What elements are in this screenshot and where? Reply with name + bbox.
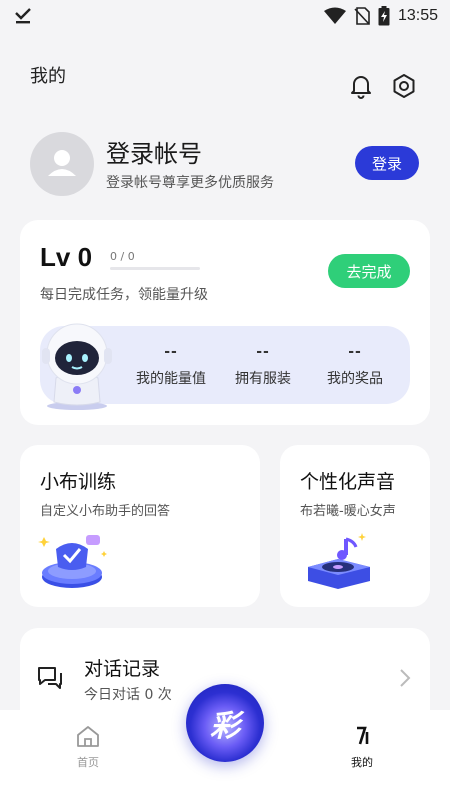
history-title: 对话记录 bbox=[84, 658, 161, 680]
avatar[interactable] bbox=[30, 132, 94, 196]
record-player-illustration-icon bbox=[308, 533, 370, 589]
bell-icon[interactable] bbox=[348, 73, 374, 99]
wifi-icon bbox=[323, 7, 346, 24]
voice-subtitle: 布若曦-暖心女声 bbox=[300, 504, 396, 519]
assistant-center-button[interactable]: 彩 bbox=[186, 684, 264, 762]
training-title: 小布训练 bbox=[40, 471, 117, 493]
nav-home[interactable]: 首页 bbox=[58, 724, 118, 770]
level-label: Lv 0 bbox=[40, 242, 93, 272]
nav-mine-label: 我的 bbox=[351, 756, 373, 769]
page-title: 我的 bbox=[30, 66, 66, 87]
voice-card[interactable]: 个性化声音 布若曦-暖心女声 bbox=[280, 445, 430, 607]
robot-mascot-icon bbox=[42, 323, 112, 410]
voice-title: 个性化声音 bbox=[300, 471, 396, 493]
nav-home-label: 首页 bbox=[77, 756, 99, 769]
chevron-right-icon bbox=[400, 669, 411, 687]
login-title[interactable]: 登录帐号 bbox=[106, 134, 202, 169]
training-card[interactable]: 小布训练 自定义小布助手的回答 bbox=[20, 445, 260, 607]
level-progress-text: 0 / 0 bbox=[110, 250, 135, 263]
stat-prizes[interactable]: -- 我的奖品 bbox=[300, 344, 410, 388]
stat-prizes-label: 我的奖品 bbox=[327, 371, 383, 387]
settings-icon[interactable] bbox=[391, 73, 417, 99]
profile-tab-icon bbox=[357, 726, 369, 745]
level-card: Lv 0 0 / 0 每日完成任务，领能量升级 去完成 -- 我的能量值 -- … bbox=[20, 220, 430, 425]
battery-charging-icon bbox=[378, 6, 390, 26]
home-icon bbox=[77, 726, 99, 747]
history-subtitle: 今日对话 0 次 bbox=[84, 687, 172, 703]
assistant-center-glyph: 彩 bbox=[210, 709, 240, 744]
training-subtitle: 自定义小布助手的回答 bbox=[40, 504, 171, 519]
status-time: 13:55 bbox=[397, 7, 438, 24]
status-bar: 13:55 bbox=[0, 0, 450, 32]
stat-prizes-value: -- bbox=[348, 344, 362, 360]
whistle-illustration-icon bbox=[38, 535, 107, 588]
level-description: 每日完成任务，领能量升级 bbox=[40, 287, 208, 303]
download-done-icon bbox=[15, 8, 31, 24]
user-icon bbox=[48, 150, 76, 176]
login-subtitle: 登录帐号尊享更多优质服务 bbox=[106, 175, 274, 191]
nav-mine[interactable]: 我的 bbox=[332, 724, 392, 770]
complete-task-button[interactable]: 去完成 bbox=[328, 254, 410, 288]
no-sim-icon bbox=[354, 7, 370, 25]
login-button[interactable]: 登录 bbox=[355, 146, 419, 180]
chat-history-icon bbox=[38, 667, 62, 689]
level-progress-bar bbox=[110, 267, 200, 270]
